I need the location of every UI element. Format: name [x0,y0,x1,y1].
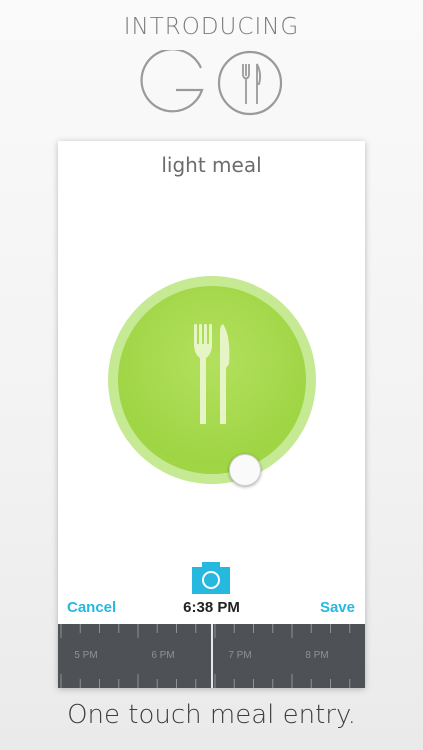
save-button[interactable]: Save [320,599,355,616]
tagline: One touch meal entry. [67,700,356,730]
timeline-label-5pm: 5 PM [74,650,98,661]
meal-time: 6:38 PM [183,599,240,616]
fork-knife-icon [194,324,230,424]
meal-type-title: light meal [161,153,262,177]
portion-slider-handle[interactable] [229,454,261,486]
intro-heading: INTRODUCING [123,14,300,40]
camera-icon[interactable] [192,562,230,594]
meal-entry-card: light meal Cancel 6:38 PM Save 5 PM 6 PM… [58,141,365,688]
timeline-label-6pm: 6 PM [151,650,175,661]
timeline-label-8pm: 8 PM [305,650,329,661]
time-scrubber[interactable]: 5 PM 6 PM 7 PM 8 PM [58,624,365,688]
go-logo [140,50,283,116]
timeline-label-7pm: 7 PM [228,650,252,661]
timeline-current-marker [211,624,213,688]
meal-plate[interactable] [108,276,316,484]
